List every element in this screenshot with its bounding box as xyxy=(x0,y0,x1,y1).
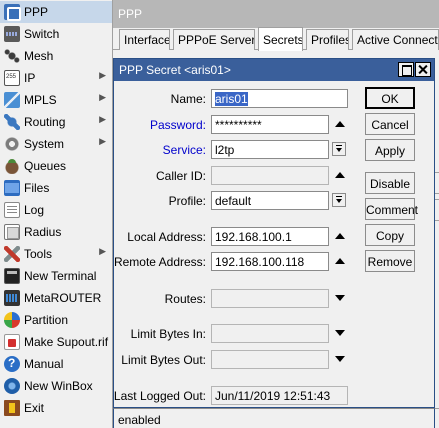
sidebar-item-label: IP xyxy=(24,71,36,85)
sidebar-item-ppp[interactable]: PPP xyxy=(0,1,112,23)
profile-select[interactable]: default xyxy=(211,191,329,210)
log-icon xyxy=(4,202,20,218)
mesh-icon xyxy=(4,48,20,64)
mpls-icon xyxy=(4,92,20,108)
sidebar-item-label: MetaROUTER xyxy=(24,291,102,305)
radius-icon xyxy=(4,224,20,240)
last-logged-out-label: Last Logged Out: xyxy=(113,389,206,403)
remote-address-field[interactable]: 192.168.100.118 xyxy=(211,252,329,271)
sidebar-item-switch[interactable]: Switch xyxy=(0,23,112,45)
tab-pppoe-servers[interactable]: PPPoE Servers xyxy=(173,29,255,50)
routing-icon xyxy=(4,114,20,130)
sidebar-item-label: Switch xyxy=(24,27,60,41)
sidebar-item-label: Manual xyxy=(24,357,64,371)
collapse-arrow-icon[interactable] xyxy=(335,172,345,178)
remove-button[interactable]: Remove xyxy=(365,250,415,272)
service-label[interactable]: Service: xyxy=(96,143,206,157)
tab-interface[interactable]: Interface xyxy=(119,29,170,50)
metarouter-icon xyxy=(4,290,20,306)
sidebar-item-label: Queues xyxy=(24,159,67,173)
expand-arrow-icon[interactable] xyxy=(335,330,345,336)
limit-bytes-in-label: Limit Bytes In: xyxy=(130,327,206,341)
caller-id-field[interactable] xyxy=(211,166,329,185)
switch-icon xyxy=(4,26,20,42)
collapse-arrow-icon[interactable] xyxy=(335,258,345,264)
sidebar-item-label: Files xyxy=(24,181,50,195)
routes-label: Routes: xyxy=(164,292,206,306)
tab-profiles[interactable]: Profiles xyxy=(306,29,349,50)
ppp-window-title[interactable]: PPP xyxy=(113,0,439,28)
tab-active-connections[interactable]: Active Connections xyxy=(352,29,439,50)
sidebar-item-label: PPP xyxy=(24,5,49,19)
apply-button[interactable]: Apply xyxy=(365,139,415,161)
submenu-arrow-icon: ▶ xyxy=(99,70,106,80)
local-address-field[interactable]: 192.168.100.1 xyxy=(211,227,329,246)
cancel-button[interactable]: Cancel xyxy=(365,113,415,135)
sidebar-item-label: Partition xyxy=(24,313,69,327)
limit-bytes-in-field[interactable] xyxy=(211,324,329,343)
exit-icon xyxy=(4,400,20,416)
partition-icon xyxy=(4,312,20,328)
sidebar-item-label: MPLS xyxy=(24,93,57,107)
collapse-arrow-icon[interactable] xyxy=(335,121,345,127)
comment-button[interactable]: Comment xyxy=(365,198,418,220)
copy-button[interactable]: Copy xyxy=(365,224,415,246)
ppp-icon xyxy=(4,4,21,21)
sidebar-item-ip[interactable]: IP ▶ xyxy=(0,67,112,89)
queues-icon xyxy=(4,158,20,174)
profile-label: Profile: xyxy=(168,194,206,208)
sidebar-item-label: System xyxy=(24,137,65,151)
terminal-icon xyxy=(4,268,20,284)
collapse-arrow-icon[interactable] xyxy=(335,233,345,239)
local-address-label: Local Address: xyxy=(127,230,206,244)
supout-icon xyxy=(4,334,20,350)
close-icon[interactable] xyxy=(415,62,431,77)
ppp-tab-bar: Interface PPPoE Servers Secrets Profiles… xyxy=(113,27,439,51)
dropdown-icon[interactable] xyxy=(332,142,346,156)
dialog-status-bar: enabled xyxy=(113,408,435,428)
name-value: aris01 xyxy=(215,92,248,106)
password-field[interactable]: ********** xyxy=(211,115,329,134)
limit-bytes-out-field[interactable] xyxy=(211,350,329,369)
expand-arrow-icon[interactable] xyxy=(335,295,345,301)
tools-icon xyxy=(4,246,20,262)
last-logged-out-value: Jun/11/2019 12:51:43 xyxy=(211,386,348,405)
tab-secrets[interactable]: Secrets xyxy=(258,27,303,51)
ip-icon xyxy=(4,70,20,86)
expand-arrow-icon[interactable] xyxy=(335,356,345,362)
sidebar-item-mesh[interactable]: Mesh xyxy=(0,45,112,67)
sidebar-item-label: Log xyxy=(24,203,45,217)
name-field[interactable]: aris01 xyxy=(211,89,348,108)
system-icon xyxy=(4,136,20,152)
disable-button[interactable]: Disable xyxy=(365,172,415,194)
sidebar-item-label: Mesh xyxy=(24,49,54,63)
password-label[interactable]: Password: xyxy=(96,118,206,132)
sidebar-item-label: Radius xyxy=(24,225,62,239)
sidebar-item-label: New Terminal xyxy=(24,269,97,283)
remote-address-label: Remote Address: xyxy=(113,255,206,269)
status-text: enabled xyxy=(118,413,161,427)
service-select[interactable]: l2tp xyxy=(211,140,329,159)
ppp-secret-dialog: PPP Secret <aris01> Name: Password: Serv… xyxy=(113,58,435,408)
name-label: Name: xyxy=(170,92,206,106)
maximize-icon[interactable] xyxy=(398,62,414,77)
caller-id-label: Caller ID: xyxy=(155,169,206,183)
manual-icon xyxy=(4,356,20,372)
limit-bytes-out-label: Limit Bytes Out: xyxy=(121,353,206,367)
sidebar-item-label: Exit xyxy=(24,401,45,415)
dropdown-icon[interactable] xyxy=(332,193,346,207)
winbox-icon xyxy=(4,378,20,394)
sidebar-item-label: New WinBox xyxy=(24,379,93,393)
files-icon xyxy=(4,180,20,196)
sidebar-item-label: Routing xyxy=(24,115,66,129)
ok-button[interactable]: OK xyxy=(365,87,415,109)
routes-field[interactable] xyxy=(211,289,329,308)
sidebar-item-label: Tools xyxy=(24,247,53,261)
